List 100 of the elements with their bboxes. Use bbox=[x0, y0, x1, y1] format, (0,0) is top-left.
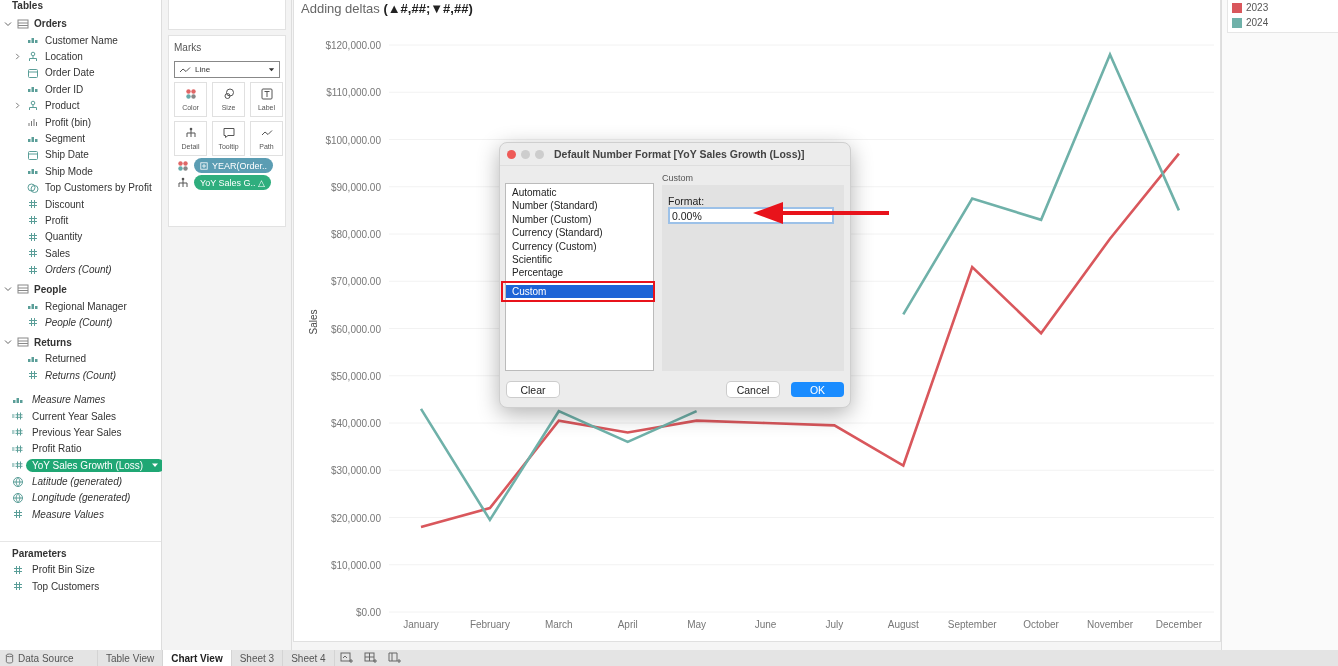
format-option[interactable]: Custom bbox=[506, 284, 653, 299]
field-item[interactable]: Order ID bbox=[45, 83, 84, 95]
hierarchy-icon bbox=[27, 50, 39, 63]
new-story-icon[interactable] bbox=[387, 652, 402, 664]
axis-tick-label: $90,000.00 bbox=[330, 181, 381, 193]
dialog-button[interactable]: Cancel bbox=[727, 382, 779, 397]
axis-tick-label: June bbox=[754, 619, 777, 630]
parameter-item[interactable]: Profit Bin Size bbox=[32, 564, 95, 576]
minimize-button[interactable] bbox=[521, 149, 530, 159]
field-item[interactable]: Profit Ratio bbox=[32, 443, 82, 455]
field-item[interactable]: Profit bbox=[45, 215, 69, 226]
mark-type-dropdown[interactable]: Line bbox=[174, 61, 280, 78]
axis-tick-label: $0.00 bbox=[355, 607, 381, 618]
field-item[interactable]: People (Count) bbox=[45, 316, 113, 328]
field-item[interactable]: Returned bbox=[45, 353, 87, 365]
field-label: Format: bbox=[668, 195, 706, 207]
table-name[interactable]: Orders bbox=[34, 18, 67, 29]
axis-tick-label: March bbox=[544, 619, 573, 630]
section-title: Tables bbox=[11, 0, 44, 12]
sheet-tab[interactable]: Sheet 3 bbox=[231, 650, 284, 666]
axis-tick-label: November bbox=[1086, 619, 1134, 630]
hash-icon bbox=[12, 580, 24, 593]
field-item[interactable]: Orders (Count) bbox=[45, 264, 112, 276]
table-icon bbox=[17, 336, 29, 349]
sheet-tab[interactable]: Chart View bbox=[163, 650, 232, 666]
axis-tick-label: $40,000.00 bbox=[330, 418, 381, 429]
dialog-button[interactable]: Clear bbox=[507, 382, 559, 397]
axis-tick-label: April bbox=[617, 619, 638, 630]
section-label: Custom bbox=[662, 173, 694, 185]
new-worksheet-icon[interactable] bbox=[339, 652, 354, 664]
axis-tick-label: $10,000.00 bbox=[330, 559, 381, 571]
text-label-icon bbox=[260, 88, 273, 100]
parameter-item[interactable]: Top Customers bbox=[32, 580, 100, 592]
axis-tick-label: $110,000.00 bbox=[326, 87, 381, 99]
field-item[interactable]: Ship Date bbox=[45, 149, 89, 161]
sheet-title: Adding deltas (▲#,##;▼#,##) bbox=[300, 0, 474, 18]
color-dots-icon bbox=[177, 159, 189, 172]
axis-tick-label: $120,000.00 bbox=[325, 40, 381, 51]
field-item[interactable]: Order Date bbox=[45, 67, 95, 79]
field-item[interactable]: Profit (bin) bbox=[45, 116, 92, 128]
hash-icon bbox=[12, 508, 24, 521]
field-item[interactable]: Longitude (generated) bbox=[32, 492, 131, 504]
field-item[interactable]: Measure Names bbox=[32, 394, 106, 406]
field-item[interactable]: Latitude (generated) bbox=[32, 476, 123, 488]
format-option[interactable]: Number (Standard) bbox=[506, 199, 653, 213]
axis-tick-label: September bbox=[947, 619, 997, 630]
field-item[interactable]: Current Year Sales bbox=[32, 410, 116, 422]
field-item[interactable]: Quantity bbox=[45, 231, 83, 243]
hash-icon bbox=[27, 214, 39, 227]
chevron-icon[interactable] bbox=[4, 285, 12, 294]
field-item[interactable]: Measure Values bbox=[32, 508, 104, 520]
field-item[interactable]: Regional Manager bbox=[45, 300, 127, 312]
format-option[interactable]: Currency (Custom) bbox=[506, 239, 653, 253]
zoom-button[interactable] bbox=[535, 149, 544, 159]
format-option[interactable]: Number (Custom) bbox=[506, 212, 653, 227]
hierarchy-dots-icon bbox=[184, 127, 197, 139]
axis-tick-label: August bbox=[887, 619, 919, 630]
table-icon bbox=[17, 17, 29, 30]
size-circles-icon bbox=[222, 88, 235, 100]
format-option[interactable]: Currency (Standard) bbox=[506, 226, 653, 240]
table-name[interactable]: Returns bbox=[34, 336, 72, 348]
field-item[interactable]: Previous Year Sales bbox=[32, 426, 122, 438]
axis-tick-label: December bbox=[1155, 619, 1202, 630]
dialog-title: Default Number Format [YoY Sales Growth (Loss)] bbox=[554, 148, 805, 160]
sheet-tab[interactable]: Sheet 4 bbox=[283, 650, 335, 666]
chevron-icon[interactable] bbox=[14, 53, 21, 61]
axis-tick-label: $60,000.00 bbox=[330, 323, 381, 335]
chevron-icon[interactable] bbox=[4, 338, 12, 347]
hash-icon bbox=[12, 563, 24, 576]
bar-bins-icon bbox=[27, 116, 39, 129]
axis-tick-label: February bbox=[469, 619, 510, 630]
card-title: Marks bbox=[174, 42, 203, 53]
hash-icon bbox=[27, 316, 39, 329]
color-dots-icon bbox=[184, 88, 197, 100]
field-item[interactable]: Location bbox=[45, 51, 83, 63]
axis-tick-label: October bbox=[1023, 619, 1059, 630]
database-icon bbox=[5, 653, 14, 664]
table-name[interactable]: People bbox=[34, 283, 67, 295]
plus-box-icon bbox=[200, 161, 208, 170]
field-item[interactable]: Segment bbox=[45, 133, 86, 145]
sheet-tab[interactable]: Data Source bbox=[0, 650, 98, 666]
field-item[interactable]: Ship Mode bbox=[45, 165, 93, 177]
legend-label: 2024 bbox=[1246, 17, 1269, 28]
field-item[interactable]: Returns (Count) bbox=[45, 369, 117, 381]
section-title: Parameters bbox=[11, 547, 68, 561]
axis-tick-label: $70,000.00 bbox=[330, 276, 381, 288]
format-option[interactable]: Scientific bbox=[506, 252, 653, 267]
calendar-icon bbox=[27, 66, 39, 79]
close-button[interactable] bbox=[507, 149, 516, 159]
field-item[interactable]: Product bbox=[45, 100, 80, 112]
format-option[interactable]: Automatic bbox=[506, 186, 653, 200]
field-item[interactable]: Discount bbox=[45, 198, 84, 210]
axis-title: Sales bbox=[308, 309, 319, 335]
field-item[interactable]: Customer Name bbox=[45, 34, 118, 46]
field-item[interactable]: Top Customers by Profit bbox=[45, 182, 152, 194]
field-item[interactable]: Sales bbox=[45, 247, 70, 259]
new-dashboard-icon[interactable] bbox=[363, 652, 378, 664]
format-option[interactable]: Percentage bbox=[506, 266, 653, 280]
chevron-icon[interactable] bbox=[14, 102, 21, 110]
chevron-icon[interactable] bbox=[4, 19, 12, 28]
